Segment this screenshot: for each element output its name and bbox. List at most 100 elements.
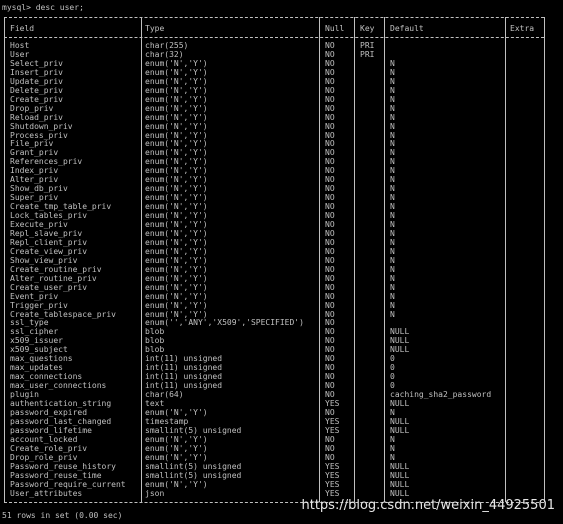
cell-null: NO bbox=[325, 434, 335, 444]
cell-field: Repl_slave_priv bbox=[10, 228, 83, 238]
cell-field: x509_subject bbox=[10, 345, 68, 355]
table-row: ssl_type enum('','ANY','X509','SPECIFIED'… bbox=[0, 318, 563, 327]
cell-field: Create_routine_priv bbox=[10, 264, 102, 274]
cell-default: N bbox=[390, 121, 395, 131]
cell-field: Drop_priv bbox=[10, 103, 54, 113]
cell-type: smallint(5) unsigned bbox=[145, 470, 242, 480]
cell-default: N bbox=[390, 237, 395, 247]
cell-default: N bbox=[390, 255, 395, 265]
table-row: Repl_slave_priv enum('N','Y') NO N bbox=[0, 229, 563, 238]
cell-null: NO bbox=[325, 264, 335, 274]
cell-null: NO bbox=[325, 193, 335, 203]
cell-type: char(64) bbox=[145, 390, 184, 400]
cell-field: account_locked bbox=[10, 434, 78, 444]
cell-key: PRI bbox=[360, 49, 375, 59]
watermark-text: https://blog.csdn.net/weixin_44925501 bbox=[301, 498, 555, 513]
cell-null: NO bbox=[325, 175, 335, 185]
table-row: Password_reuse_history smallint(5) unsign… bbox=[0, 462, 563, 471]
cell-default: 0 bbox=[390, 354, 395, 364]
cell-null: NO bbox=[325, 354, 335, 364]
cell-field: ssl_cipher bbox=[10, 327, 59, 337]
cell-default: NULL bbox=[390, 345, 410, 355]
cell-null: YES bbox=[325, 425, 340, 435]
cell-field: Create_role_priv bbox=[10, 443, 88, 453]
cell-field: Process_priv bbox=[10, 130, 68, 140]
cell-type: enum('N','Y') bbox=[145, 300, 208, 310]
cell-null: NO bbox=[325, 246, 335, 256]
cell-default: N bbox=[390, 157, 395, 167]
table-row: Process_priv enum('N','Y') NO N bbox=[0, 131, 563, 140]
cell-default: N bbox=[390, 58, 395, 68]
cell-default: NULL bbox=[390, 488, 410, 498]
cell-field: Create_tablespace_priv bbox=[10, 309, 116, 319]
table-row: Super_priv enum('N','Y') NO N bbox=[0, 193, 563, 202]
table-row: Repl_client_priv enum('N','Y') NO N bbox=[0, 238, 563, 247]
column-header-default: Default bbox=[390, 24, 424, 33]
cell-type: enum('N','Y') bbox=[145, 452, 208, 462]
table-row: authentication_string text YES NULL bbox=[0, 399, 563, 408]
table-row: Alter_routine_priv enum('N','Y') NO N bbox=[0, 274, 563, 283]
cell-field: password_lifetime bbox=[10, 425, 92, 435]
cell-null: NO bbox=[325, 121, 335, 131]
cell-default: NULL bbox=[390, 336, 410, 346]
table-row: User char(32) NO PRI bbox=[0, 50, 563, 59]
cell-field: Alter_priv bbox=[10, 175, 59, 185]
cell-type: char(255) bbox=[145, 41, 189, 50]
cell-type: enum('N','Y') bbox=[145, 112, 208, 122]
cell-default: NULL bbox=[390, 327, 410, 337]
table-row: Show_view_priv enum('N','Y') NO N bbox=[0, 256, 563, 265]
cell-type: smallint(5) unsigned bbox=[145, 461, 242, 471]
cell-default: N bbox=[390, 246, 395, 256]
table-row: max_questions int(11) unsigned NO 0 bbox=[0, 354, 563, 363]
table-row: References_priv enum('N','Y') NO N bbox=[0, 157, 563, 166]
cell-key: PRI bbox=[360, 41, 375, 50]
table-row: Password_reuse_time smallint(5) unsigned Y… bbox=[0, 471, 563, 480]
cell-type: enum('N','Y') bbox=[145, 479, 208, 489]
cell-type: enum('N','Y') bbox=[145, 157, 208, 167]
cell-field: Create_tmp_table_priv bbox=[10, 202, 112, 212]
cell-type: enum('N','Y') bbox=[145, 220, 208, 229]
table-row: account_locked enum('N','Y') NO N bbox=[0, 435, 563, 444]
table-row: Create_user_priv enum('N','Y') NO N bbox=[0, 283, 563, 292]
cell-type: enum('N','Y') bbox=[145, 255, 208, 265]
cell-type: enum('N','Y') bbox=[145, 211, 208, 221]
column-header-null: Null bbox=[325, 24, 345, 33]
cell-type: enum('N','Y') bbox=[145, 193, 208, 203]
cell-type: enum('N','Y') bbox=[145, 184, 208, 194]
cell-type: enum('N','Y') bbox=[145, 291, 208, 301]
cell-field: Shutdown_priv bbox=[10, 121, 73, 131]
cell-default: N bbox=[390, 193, 395, 203]
cell-type: enum('N','Y') bbox=[145, 85, 208, 95]
table-row: Insert_priv enum('N','Y') NO N bbox=[0, 68, 563, 77]
column-header-type: Type bbox=[145, 24, 165, 33]
cell-field: authentication_string bbox=[10, 399, 112, 408]
cell-null: YES bbox=[325, 399, 340, 408]
table-row: Show_db_priv enum('N','Y') NO N bbox=[0, 184, 563, 193]
cell-type: enum('N','Y') bbox=[145, 309, 208, 319]
cell-default: N bbox=[390, 148, 395, 158]
cell-type: enum('N','Y') bbox=[145, 264, 208, 274]
cell-field: References_priv bbox=[10, 157, 83, 167]
cell-default: N bbox=[390, 291, 395, 301]
cell-default: N bbox=[390, 166, 395, 176]
cell-type: blob bbox=[145, 345, 165, 355]
cell-field: Drop_role_priv bbox=[10, 452, 78, 462]
cell-type: enum('','ANY','X509','SPECIFIED') bbox=[145, 318, 304, 328]
table-row: Select_priv enum('N','Y') NO N bbox=[0, 59, 563, 68]
cell-field: Insert_priv bbox=[10, 67, 63, 77]
cell-type: enum('N','Y') bbox=[145, 228, 208, 238]
cell-field: password_last_changed bbox=[10, 416, 112, 426]
cell-field: Select_priv bbox=[10, 58, 63, 68]
cell-null: NO bbox=[325, 220, 335, 229]
cell-type: enum('N','Y') bbox=[145, 443, 208, 453]
table-row: Create_view_priv enum('N','Y') NO N bbox=[0, 247, 563, 256]
cell-type: enum('N','Y') bbox=[145, 273, 208, 283]
cell-type: int(11) unsigned bbox=[145, 363, 223, 373]
cell-type: timestamp bbox=[145, 416, 189, 426]
cell-field: max_connections bbox=[10, 372, 83, 382]
table-row: Create_tablespace_priv enum('N','Y') NO N bbox=[0, 310, 563, 319]
table-row: x509_issuer blob NO NULL bbox=[0, 336, 563, 345]
cell-default: NULL bbox=[390, 470, 410, 480]
cell-null: YES bbox=[325, 479, 340, 489]
cell-null: YES bbox=[325, 416, 340, 426]
